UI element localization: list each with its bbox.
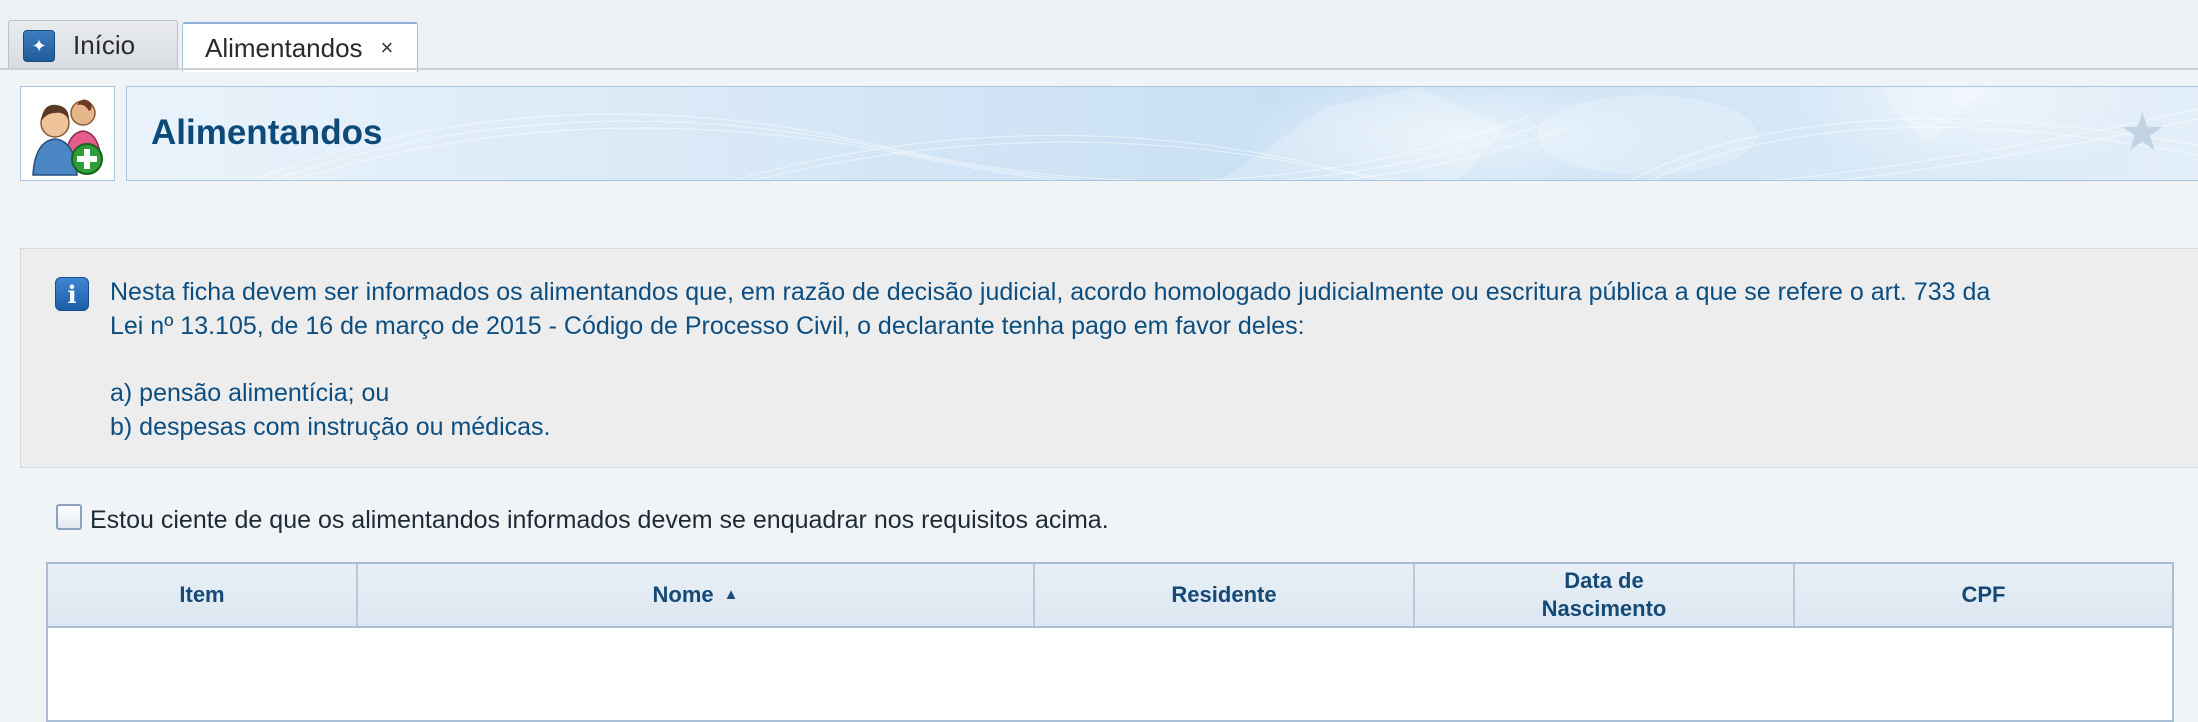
info-line: b) despesas com instrução ou médicas.	[110, 413, 551, 441]
info-icon: i	[55, 277, 89, 311]
tab-bar: ✦ Início Alimentandos ×	[0, 0, 2198, 72]
acknowledgement-checkbox[interactable]	[56, 503, 82, 530]
info-line: Nesta ficha devem ser informados os alim…	[110, 278, 1991, 306]
column-header-label: Data de Nascimento	[1542, 567, 1667, 623]
acknowledgement-row: Estou ciente de que os alimentandos info…	[56, 503, 1109, 535]
tab-home[interactable]: ✦ Início	[8, 20, 178, 70]
column-header-item[interactable]: Item	[48, 564, 358, 626]
tab-home-label: Início	[73, 30, 136, 60]
column-header-label: CPF	[1961, 582, 2006, 607]
sort-ascending-icon: ▲	[723, 586, 739, 603]
add-dependents-icon	[20, 86, 115, 181]
tab-alimentandos-label: Alimentandos	[205, 32, 363, 63]
acknowledgement-label[interactable]: Estou ciente de que os alimentandos info…	[90, 506, 1109, 535]
tab-alimentandos[interactable]: Alimentandos ×	[182, 22, 418, 72]
column-header-cpf[interactable]: CPF	[1795, 564, 2172, 626]
dependents-table: Item Nome ▲ Residente Data de Nascimento…	[46, 562, 2174, 722]
column-header-data-nascimento[interactable]: Data de Nascimento	[1415, 564, 1795, 626]
close-icon[interactable]: ×	[381, 37, 394, 59]
info-line: a) pensão alimentícia; ou	[110, 379, 390, 407]
page-header-banner: Alimentandos ★	[126, 86, 2198, 181]
column-header-residente[interactable]: Residente	[1035, 564, 1415, 626]
column-header-label: Item	[179, 582, 225, 607]
column-header-nome[interactable]: Nome ▲	[358, 564, 1035, 626]
page-title: Alimentandos	[151, 113, 383, 152]
column-header-label-line2: Nascimento	[1541, 596, 1667, 621]
table-header: Item Nome ▲ Residente Data de Nascimento…	[48, 564, 2172, 628]
column-header-label: Nome	[652, 582, 714, 607]
tab-bar-divider	[0, 68, 2198, 70]
home-shield-icon: ✦	[23, 29, 55, 62]
info-text: Nesta ficha devem ser informados os alim…	[110, 275, 2150, 444]
column-header-label-line1: Data de	[1564, 568, 1644, 593]
column-header-label: Residente	[1171, 582, 1277, 607]
star-icon[interactable]: ★	[2119, 107, 2166, 159]
info-panel: i Nesta ficha devem ser informados os al…	[20, 248, 2198, 468]
info-line: Lei nº 13.105, de 16 de março de 2015 - …	[110, 312, 1305, 340]
